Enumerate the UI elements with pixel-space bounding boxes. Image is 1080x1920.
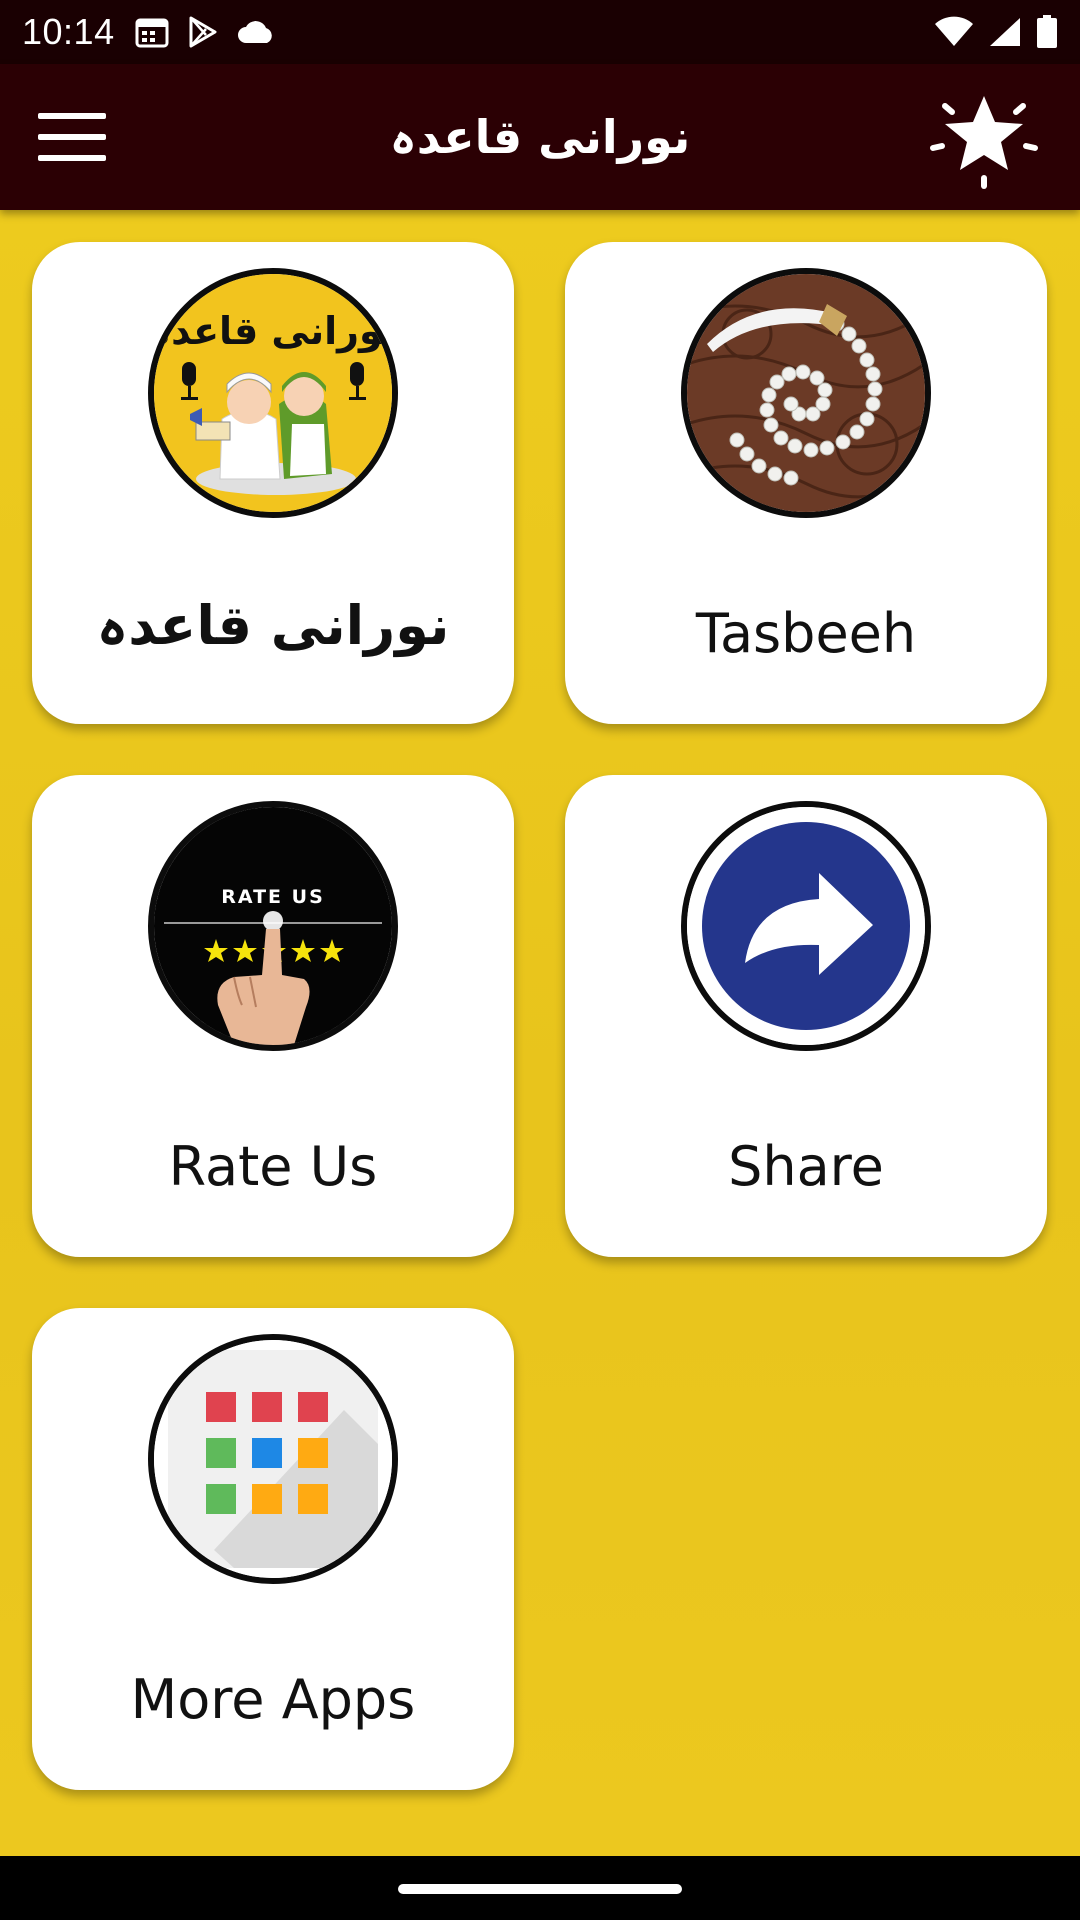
app-bar: نورانی قاعدہ xyxy=(0,64,1080,210)
card-rate-us[interactable]: RATE US Rate Us xyxy=(32,775,514,1257)
play-store-icon xyxy=(187,15,219,49)
status-time: 10:14 xyxy=(22,11,115,52)
wifi-icon xyxy=(934,16,974,48)
card-label: More Apps xyxy=(130,1668,416,1731)
status-right-icons xyxy=(934,15,1058,49)
noorani-qaida-logo: نورانی قاعدہ xyxy=(148,268,398,518)
card-more-apps[interactable]: More Apps xyxy=(32,1308,514,1790)
hamburger-menu-icon[interactable] xyxy=(36,109,108,165)
signal-icon xyxy=(988,16,1022,48)
menu-bar-line xyxy=(38,113,106,119)
calendar-icon xyxy=(135,16,169,48)
app-title: نورانی قاعدہ xyxy=(389,110,691,164)
menu-bar-line xyxy=(38,134,106,140)
rate-us-image: RATE US xyxy=(148,801,398,1051)
card-noorani-qaida[interactable]: نورانی قاعدہ نورانی قاعدہ xyxy=(32,242,514,724)
status-left-icons xyxy=(135,15,275,49)
app-grid-icon xyxy=(148,1334,398,1584)
card-label: نورانی قاعدہ xyxy=(96,594,450,657)
main-content: نورانی قاعدہ نورانی قاعدہ Tasbeeh RATE U… xyxy=(0,210,1080,1856)
share-arrow-icon xyxy=(681,801,931,1051)
card-tasbeeh[interactable]: Tasbeeh xyxy=(565,242,1047,724)
status-bar: 10:14 xyxy=(0,0,1080,64)
cloud-icon xyxy=(237,19,275,45)
prayer-beads-image xyxy=(681,268,931,518)
card-label: Rate Us xyxy=(168,1135,378,1198)
logo-urdu-text: نورانی قاعدہ xyxy=(154,309,392,353)
card-label: Share xyxy=(728,1135,884,1198)
star-icon[interactable] xyxy=(928,82,1040,194)
rate-us-badge-text: RATE US xyxy=(221,886,325,908)
menu-bar-line xyxy=(38,155,106,161)
card-share[interactable]: Share xyxy=(565,775,1047,1257)
home-gesture-handle[interactable] xyxy=(398,1884,682,1894)
navigation-bar xyxy=(0,1856,1080,1920)
battery-icon xyxy=(1036,15,1058,49)
card-label: Tasbeeh xyxy=(695,602,917,665)
